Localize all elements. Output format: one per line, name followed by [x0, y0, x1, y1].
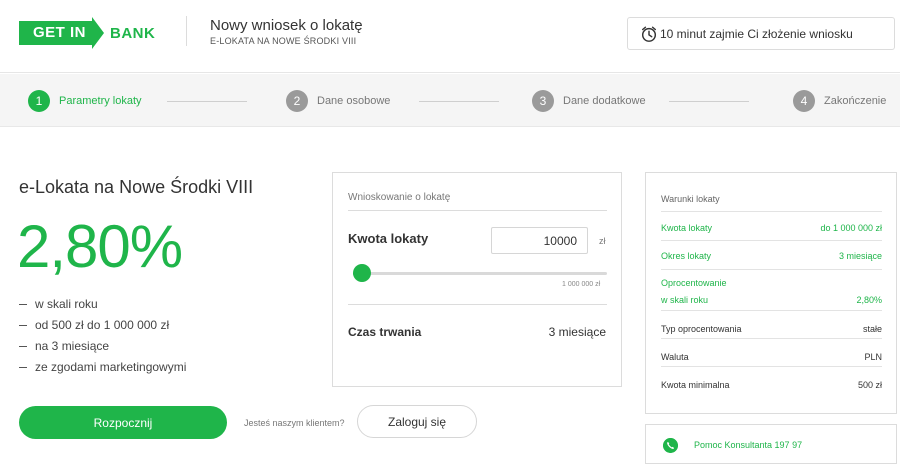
step-label: Dane dodatkowe	[563, 95, 646, 107]
duration-value: 3 miesiące	[548, 325, 606, 339]
header-divider	[186, 16, 187, 46]
terms-key: Oprocentowanie	[661, 278, 727, 288]
slider-max-label: 1 000 000 zł	[562, 281, 601, 288]
step-number: 3	[532, 90, 554, 112]
login-button[interactable]: Zaloguj się	[357, 405, 477, 438]
amount-input[interactable]	[491, 227, 588, 254]
step-number: 2	[286, 90, 308, 112]
duration-label: Czas trwania	[348, 325, 422, 339]
page-header: GET IN BANK Nowy wniosek o lokatę E-LOKA…	[0, 0, 900, 73]
step-number: 4	[793, 90, 815, 112]
deposit-calculator: Wnioskowanie o lokatę Kwota lokaty zł 1 …	[332, 172, 622, 387]
terms-value: do 1 000 000 zł	[820, 223, 882, 233]
calculator-heading: Wnioskowanie o lokatę	[348, 192, 451, 203]
terms-key: Kwota minimalna	[661, 380, 730, 390]
terms-heading: Warunki lokaty	[661, 194, 720, 204]
step-completion: 4 Zakończenie	[793, 90, 886, 112]
terms-value: 2,80%	[856, 295, 882, 305]
terms-row-rate-type: Typ oprocentowania stałe	[661, 310, 882, 338]
step-parameters: 1 Parametry lokaty	[28, 90, 142, 112]
step-connector	[669, 101, 749, 102]
page-subtitle: E-LOKATA NA NOWE ŚRODKI VIII	[210, 36, 357, 46]
terms-row-amount: Kwota lokaty do 1 000 000 zł	[661, 211, 882, 240]
feature-text: ze zgodami marketingowymi	[35, 360, 187, 374]
dash-icon	[19, 325, 27, 327]
divider	[348, 304, 607, 305]
dash-icon	[19, 304, 27, 306]
alarm-clock-icon	[641, 26, 657, 42]
feature-list: w skali roku od 500 zł do 1 000 000 zł n…	[19, 294, 186, 378]
terms-key: Kwota lokaty	[661, 223, 713, 233]
terms-value: stałe	[862, 324, 882, 334]
time-notice: 10 minut zajmie Ci złożenie wniosku	[627, 17, 895, 50]
terms-row-period: Okres lokaty 3 miesiące	[661, 240, 882, 269]
help-text: Pomoc Konsultanta 197 97	[694, 440, 803, 450]
step-personal-data: 2 Dane osobowe	[286, 90, 390, 112]
amount-slider[interactable]	[353, 264, 607, 282]
feature-item: ze zgodami marketingowymi	[19, 357, 186, 378]
step-connector	[167, 101, 247, 102]
dash-icon	[19, 367, 27, 369]
step-label: Parametry lokaty	[59, 95, 142, 107]
terms-row-rate: Oprocentowanie w skali roku 2,80%	[661, 269, 882, 310]
deposit-terms: Warunki lokaty Kwota lokaty do 1 000 000…	[645, 172, 897, 414]
terms-value: PLN	[864, 352, 882, 362]
start-button[interactable]: Rozpocznij	[19, 406, 227, 439]
step-number: 1	[28, 90, 50, 112]
page-title: Nowy wniosek o lokatę	[210, 17, 363, 34]
divider	[348, 210, 607, 211]
phone-icon	[663, 438, 678, 453]
step-additional-data: 3 Dane dodatkowe	[532, 90, 646, 112]
progress-stepper: 1 Parametry lokaty 2 Dane osobowe 3 Dane…	[0, 74, 900, 127]
logo-badge: GET IN	[19, 17, 105, 49]
consultant-help[interactable]: Pomoc Konsultanta 197 97	[645, 424, 897, 464]
feature-text: od 500 zł do 1 000 000 zł	[35, 318, 170, 332]
slider-thumb[interactable]	[353, 264, 371, 282]
step-label: Dane osobowe	[317, 95, 391, 107]
feature-text: na 3 miesiące	[35, 339, 110, 353]
client-question: Jesteś naszym klientem?	[244, 418, 345, 428]
interest-rate: 2,80%	[17, 213, 183, 280]
terms-row-minimum: Kwota minimalna 500 zł	[661, 366, 882, 395]
feature-item: w skali roku	[19, 294, 186, 315]
terms-key-sub: w skali roku	[661, 295, 709, 305]
amount-unit: zł	[599, 236, 606, 246]
logo-text: BANK	[110, 24, 156, 42]
feature-item: od 500 zł do 1 000 000 zł	[19, 315, 186, 336]
dash-icon	[19, 346, 27, 348]
product-title: e-Lokata na Nowe Środki VIII	[19, 177, 254, 197]
step-label: Zakończenie	[824, 95, 887, 107]
terms-key: Okres lokaty	[661, 251, 712, 261]
feature-text: w skali roku	[35, 297, 98, 311]
amount-label: Kwota lokaty	[348, 231, 429, 246]
time-notice-text: 10 minut zajmie Ci złożenie wniosku	[660, 26, 853, 41]
terms-value: 3 miesiące	[838, 251, 882, 261]
feature-item: na 3 miesiące	[19, 336, 186, 357]
terms-row-currency: Waluta PLN	[661, 338, 882, 366]
terms-value: 500 zł	[857, 380, 882, 390]
step-connector	[419, 101, 499, 102]
bank-logo[interactable]: GET IN BANK	[19, 17, 156, 49]
terms-key: Typ oprocentowania	[661, 324, 742, 334]
terms-key: Waluta	[661, 352, 689, 362]
